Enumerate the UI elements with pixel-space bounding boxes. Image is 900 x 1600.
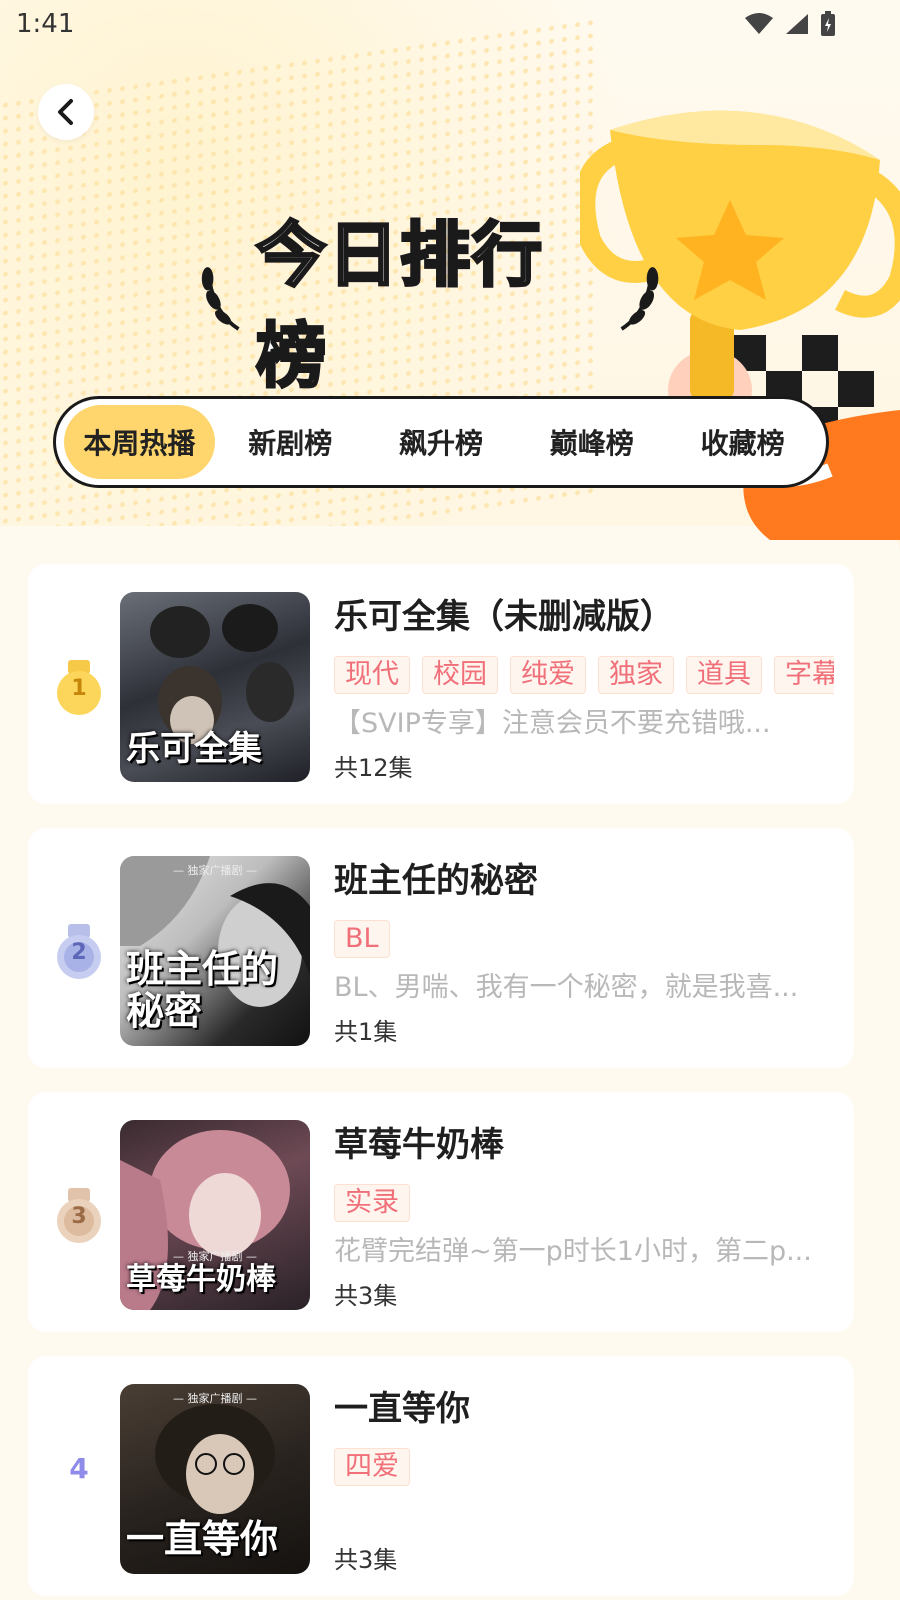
title-banner: 今日排行榜 [190,213,670,399]
tag-list: 四爱 [334,1448,834,1488]
item-title: 乐可全集（未删减版） [334,597,674,637]
cover-image[interactable]: 乐可全集 [120,592,310,782]
tag: 道具 [686,656,762,694]
page-title: 今日排行榜 [255,213,545,399]
list-item[interactable]: 4 — 独家广播剧 — 一直等你 一直等你 四爱 共3集 [28,1356,854,1596]
item-description: BL、男喘、我有一个秘密，就是我喜... [334,972,799,1003]
ranking-list: 1 乐可全集 乐可全集（未删减版） 现代 校园 纯爱 独家 道具 字幕 【SVI… [0,526,900,1600]
ranking-tabs: 本周热播 新剧榜 飙升榜 巅峰榜 收藏榜 [53,396,829,488]
item-info: 班主任的秘密 BL BL、男喘、我有一个秘密，就是我喜... 共1集 [334,856,834,1047]
tag: 四爱 [334,1448,410,1486]
chevron-left-icon [58,99,73,125]
item-description: 【SVIP专享】注意会员不要充错哦... [334,708,771,739]
list-item[interactable]: 3 — 独家广播剧 — 草莓牛奶棒 草莓牛奶棒 实录 花臂完结弹~第一p时长1小… [28,1092,854,1332]
item-info: 乐可全集（未删减版） 现代 校园 纯爱 独家 道具 字幕 【SVIP专享】注意会… [334,592,834,783]
cover-title-text: 草莓牛奶棒 [126,1262,276,1297]
episode-count: 共1集 [334,1018,398,1046]
cover-image[interactable]: — 独家广播剧 — 一直等你 [120,1384,310,1574]
cover-title-text: 一直等你 [126,1516,279,1562]
battery-icon [821,11,835,36]
tab-weekly-hot[interactable]: 本周热播 [64,405,215,479]
rank-number: 1 [71,676,87,701]
cover-title-text: 乐可全集 [126,728,262,769]
status-icons [744,11,836,37]
rank-number: 3 [71,1204,87,1229]
tag: 字幕 [774,656,834,694]
status-time: 1:41 [16,9,75,39]
laurel-left-icon [201,267,240,331]
status-bar: 1:41 [0,0,900,48]
item-description: 花臂完结弹~第一p时长1小时，第二p... [334,1236,812,1267]
list-item[interactable]: 1 乐可全集 乐可全集（未删减版） 现代 校园 纯爱 独家 道具 字幕 【SVI… [28,564,854,804]
item-info: 草莓牛奶棒 实录 花臂完结弹~第一p时长1小时，第二p... 共3集 [334,1120,834,1311]
item-description [334,1496,820,1536]
tag: 独家 [598,656,674,694]
tab-peak[interactable]: 巅峰榜 [516,405,667,479]
back-button[interactable] [38,84,94,140]
cover-subtitle: — 独家广播剧 — [173,864,257,877]
cover-title-text: 班主任的秘密 [126,946,279,1034]
wifi-icon [745,13,773,34]
episode-count: 共3集 [334,1546,398,1574]
item-title: 草莓牛奶棒 [334,1125,504,1165]
cover-image[interactable]: — 独家广播剧 — 班主任的秘密 [120,856,310,1046]
tag: 校园 [422,656,498,694]
rank-number: 2 [71,940,87,965]
list-item[interactable]: 2 — 独家广播剧 — 班主任的秘密 班主任的秘密 BL BL、男喘、我有一个秘… [28,828,854,1068]
tag: 实录 [334,1184,410,1222]
tag-list: 现代 校园 纯爱 独家 道具 字幕 [334,656,834,696]
episode-count: 共3集 [334,1282,398,1310]
cover-image[interactable]: — 独家广播剧 — 草莓牛奶棒 [120,1120,310,1310]
episode-count: 共12集 [334,754,413,782]
rank-number: 4 [69,1452,89,1485]
item-title: 班主任的秘密 [334,861,538,901]
tag: 纯爱 [510,656,586,694]
laurel-right-icon [620,267,659,331]
tag: 现代 [334,656,410,694]
tag-list: 实录 [334,1184,834,1224]
item-title: 一直等你 [334,1389,470,1429]
tag-list: BL [334,920,834,960]
cover-subtitle: — 独家广播剧 — [173,1392,257,1405]
tab-rising[interactable]: 飙升榜 [366,405,517,479]
item-info: 一直等你 四爱 共3集 [334,1384,834,1575]
tag: BL [334,920,390,958]
tab-new-shows[interactable]: 新剧榜 [215,405,366,479]
tab-favorites[interactable]: 收藏榜 [667,405,818,479]
signal-icon [786,14,808,34]
